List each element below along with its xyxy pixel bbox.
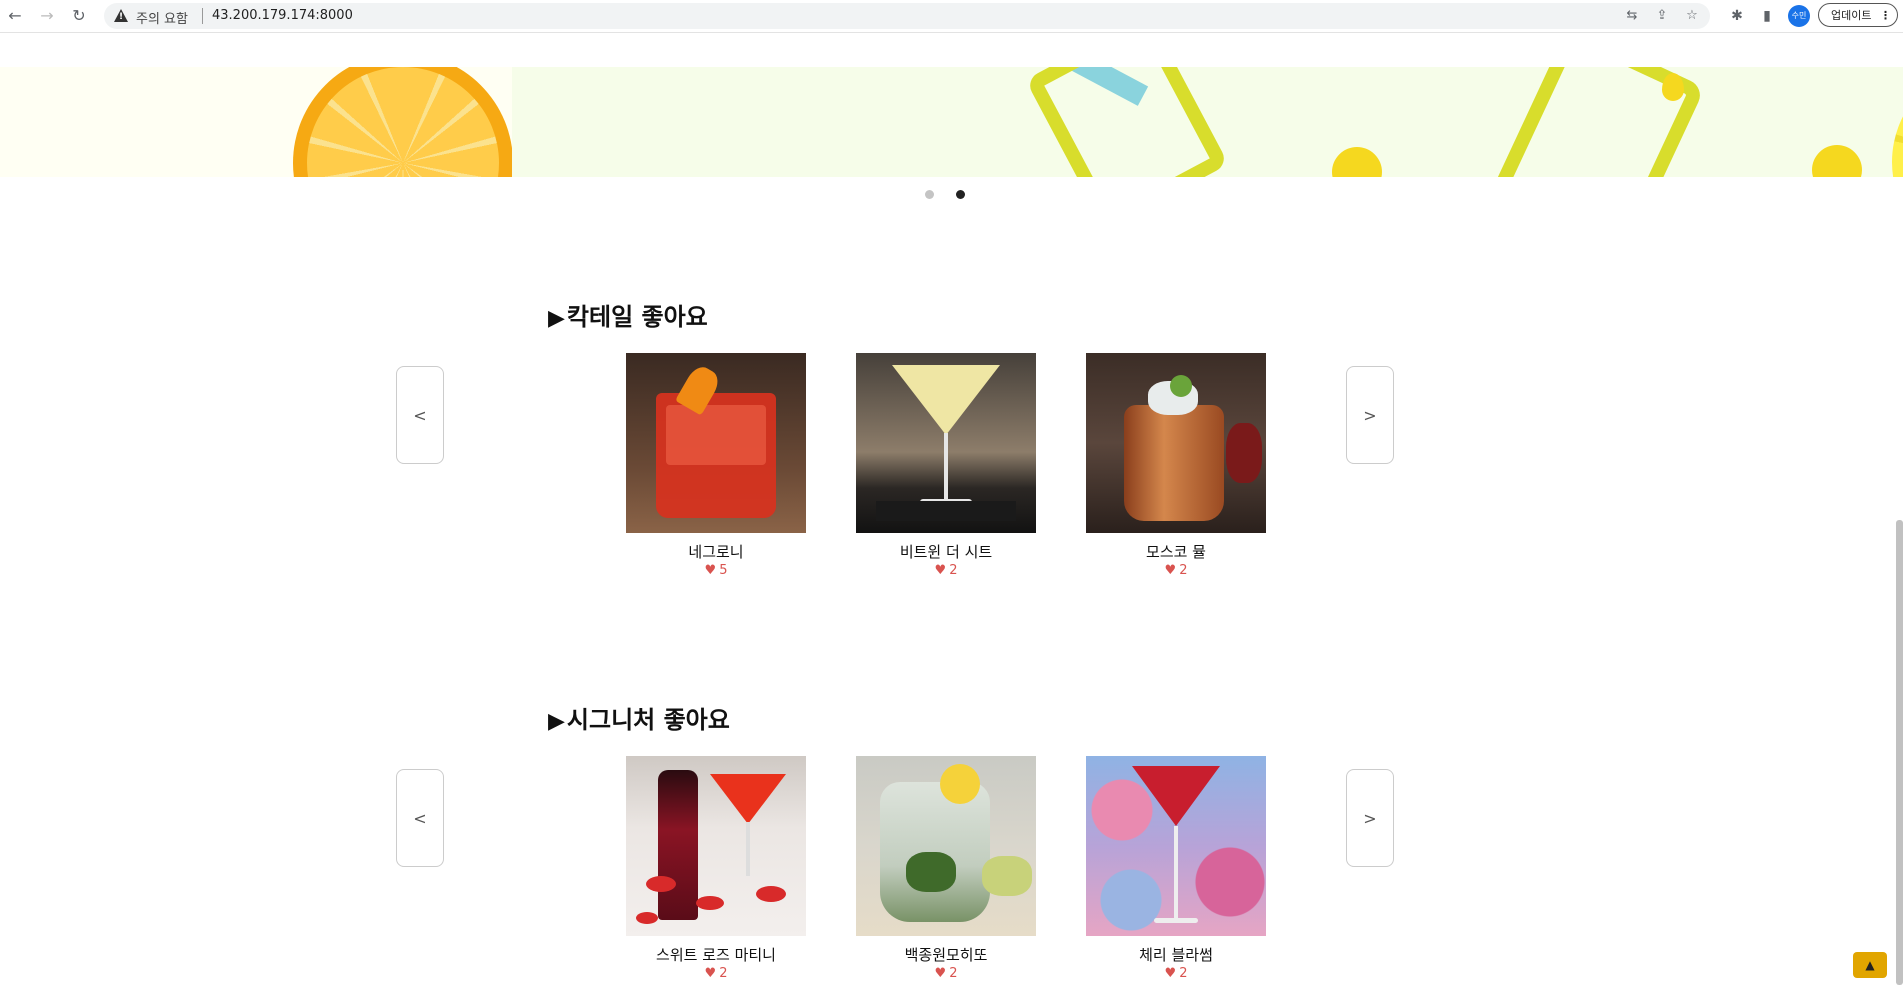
signature-card[interactable]: 체리 블라썸 ♥ 2 (1086, 756, 1266, 983)
forward-icon[interactable]: → (37, 6, 57, 26)
signature-card[interactable]: 백종원모히또 ♥ 2 (856, 756, 1036, 983)
lemon-piece-graphic (1332, 147, 1382, 177)
orange-slice-graphic (293, 67, 513, 177)
heart-icon: ♥ (934, 563, 947, 578)
star-icon[interactable]: ☆ (1684, 8, 1700, 24)
menu-icon[interactable]: ⋮ (1880, 4, 1891, 28)
signature-name[interactable]: 스위트 로즈 마티니 (626, 945, 806, 965)
signature-photo[interactable] (856, 756, 1036, 936)
reload-icon[interactable]: ↻ (69, 6, 89, 26)
section-title: ▶시그니처 좋아요 (548, 700, 730, 735)
share-icon[interactable]: ⇪ (1654, 8, 1670, 24)
like-count: ♥ 2 (856, 965, 1036, 983)
omnibox-divider (202, 8, 203, 24)
address-bar[interactable]: 주의 요함 43.200.179.174:8000 ⇆ ⇪ ☆ (104, 3, 1710, 29)
update-label: 업데이트 (1831, 9, 1872, 22)
like-count-value: 2 (1179, 563, 1188, 578)
like-count-value: 2 (1179, 966, 1188, 981)
heart-icon: ♥ (1164, 966, 1177, 981)
page-scrollbar[interactable] (1896, 520, 1903, 985)
signature-name[interactable]: 백종원모히또 (856, 945, 1036, 965)
browser-toolbar: ← → ↻ 주의 요함 43.200.179.174:8000 ⇆ ⇪ ☆ ✱ … (0, 0, 1903, 33)
drop-graphic (1662, 73, 1684, 101)
heart-icon: ♥ (704, 966, 717, 981)
like-count: ♥ 2 (1086, 562, 1266, 580)
signature-card[interactable]: 스위트 로즈 마티니 ♥ 2 (626, 756, 806, 983)
bottle-graphic (1025, 67, 1229, 177)
heart-icon: ♥ (1164, 563, 1177, 578)
scroll-to-top-button[interactable]: ▲ (1853, 952, 1887, 978)
prev-button[interactable]: < (396, 366, 444, 464)
next-button[interactable]: > (1346, 769, 1394, 867)
play-icon: ▶ (548, 709, 565, 734)
like-count-value: 2 (949, 966, 958, 981)
update-button[interactable]: 업데이트 ⋮ (1818, 3, 1898, 27)
warning-icon[interactable] (114, 9, 128, 22)
like-count-value: 5 (719, 563, 728, 578)
like-count-value: 2 (719, 966, 728, 981)
cocktail-card[interactable]: 모스코 뮬 ♥ 2 (1086, 353, 1266, 580)
banner-slide-left (0, 67, 513, 177)
heart-icon: ♥ (704, 563, 717, 578)
cocktail-photo[interactable] (1086, 353, 1266, 533)
hero-banner-image (0, 67, 1903, 177)
lemon-piece-graphic (1812, 145, 1862, 177)
cocktail-name[interactable]: 비트윈 더 시트 (856, 542, 1036, 562)
signature-photo[interactable] (1086, 756, 1266, 936)
section-title-text: 시그니처 좋아요 (566, 706, 730, 734)
heart-icon: ♥ (934, 966, 947, 981)
profile-avatar[interactable]: 수민 (1788, 5, 1810, 27)
security-warning[interactable]: 주의 요함 (136, 8, 188, 27)
cocktail-photo[interactable] (856, 353, 1036, 533)
signature-name[interactable]: 체리 블라썸 (1086, 945, 1266, 965)
play-icon: ▶ (548, 306, 565, 331)
prev-button[interactable]: < (396, 769, 444, 867)
cocktail-name[interactable]: 네그로니 (626, 542, 806, 562)
like-count: ♥ 2 (1086, 965, 1266, 983)
lemon-slice-graphic (1892, 67, 1903, 177)
cocktail-name[interactable]: 모스코 뮬 (1086, 542, 1266, 562)
next-button[interactable]: > (1346, 366, 1394, 464)
like-count: ♥ 5 (626, 562, 806, 580)
banner-slide-right (512, 67, 1903, 177)
cocktail-photo[interactable] (626, 353, 806, 533)
carousel-dot-1[interactable] (925, 190, 934, 199)
like-count: ♥ 2 (626, 965, 806, 983)
url-text[interactable]: 43.200.179.174:8000 (212, 8, 353, 23)
like-count: ♥ 2 (856, 562, 1036, 580)
section-title: ▶칵테일 좋아요 (548, 297, 708, 332)
carousel-dot-2[interactable] (956, 190, 965, 199)
section-title-text: 칵테일 좋아요 (566, 303, 708, 331)
translate-icon[interactable]: ⇆ (1624, 8, 1640, 24)
cocktail-card[interactable]: 네그로니 ♥ 5 (626, 353, 806, 580)
signature-photo[interactable] (626, 756, 806, 936)
cocktail-card[interactable]: 비트윈 더 시트 ♥ 2 (856, 353, 1036, 580)
side-panel-icon[interactable]: ▮ (1757, 6, 1777, 26)
back-icon[interactable]: ← (5, 6, 25, 26)
extensions-icon[interactable]: ✱ (1727, 6, 1747, 26)
like-count-value: 2 (949, 563, 958, 578)
